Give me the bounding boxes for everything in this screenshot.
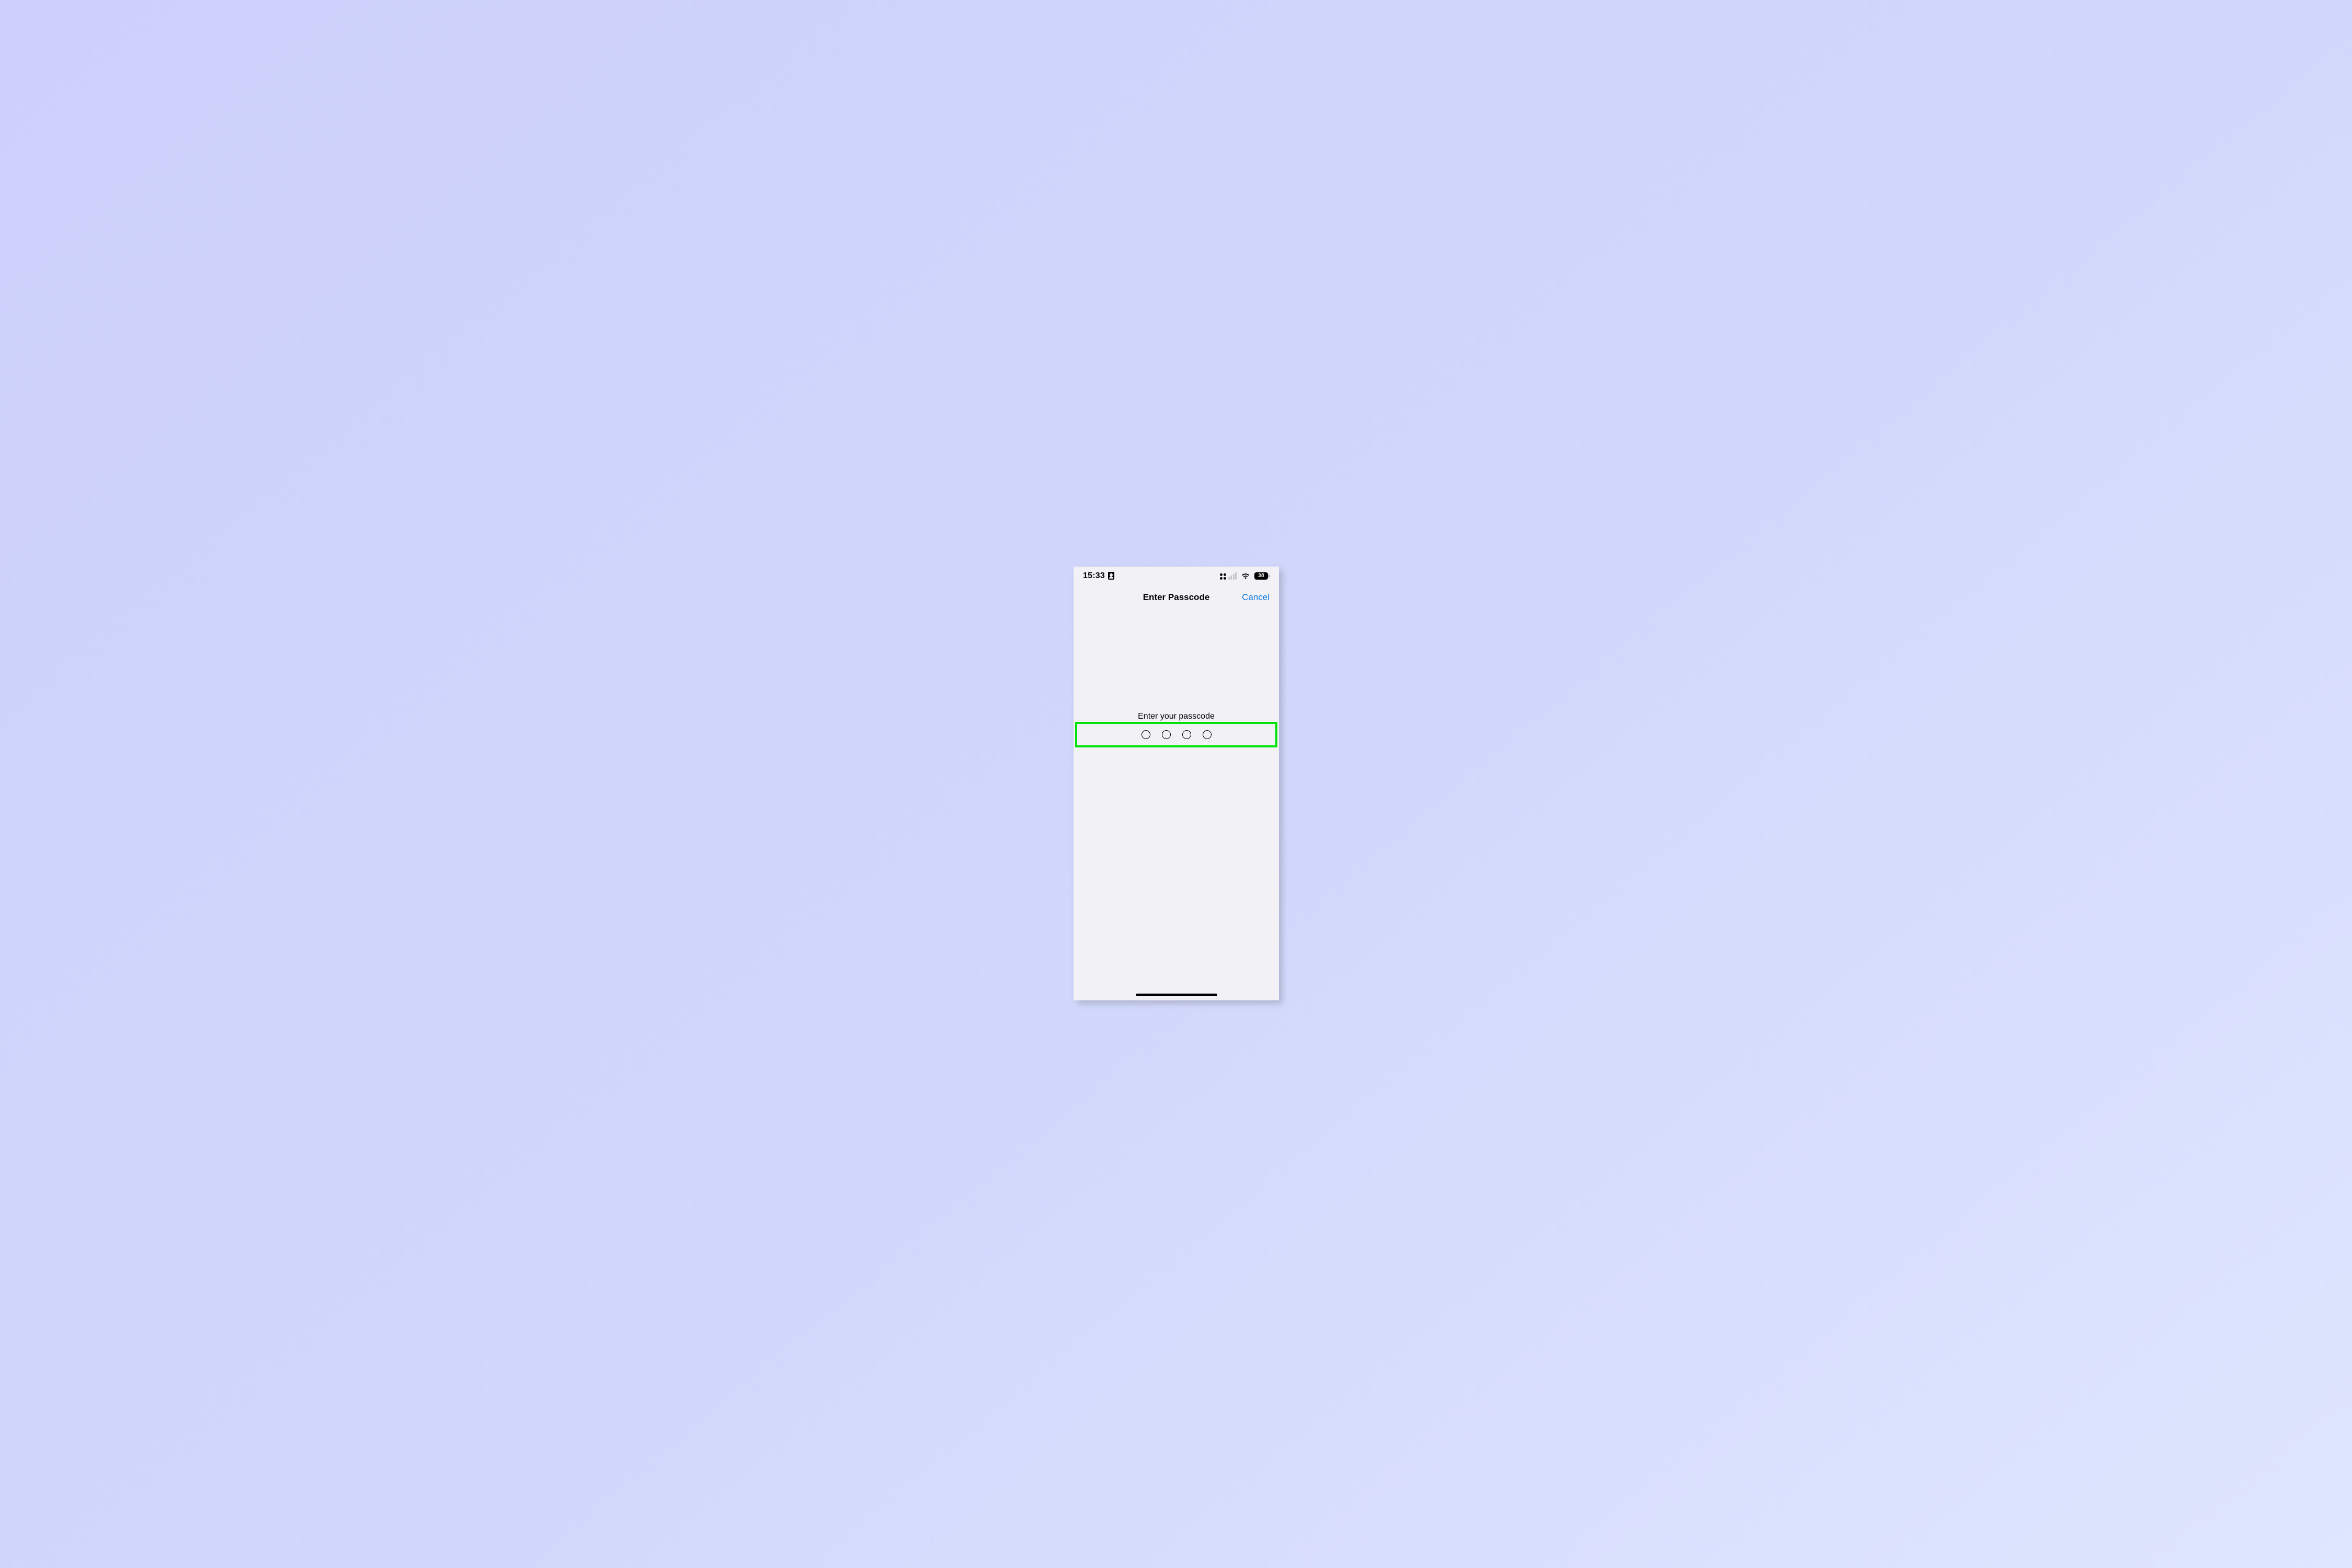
- battery-level-label: 38: [1254, 572, 1268, 580]
- passcode-dot[interactable]: [1182, 730, 1191, 739]
- signal-bars-icon: [1228, 572, 1237, 580]
- cancel-button[interactable]: Cancel: [1242, 592, 1270, 603]
- battery-icon: 38: [1254, 572, 1270, 580]
- stage: 15:33 38: [824, 549, 1528, 1019]
- phone-frame: 15:33 38: [1074, 567, 1279, 1000]
- passcode-dot[interactable]: [1203, 730, 1212, 739]
- nav-title: Enter Passcode: [1143, 592, 1210, 603]
- home-indicator[interactable]: [1136, 994, 1217, 996]
- status-clock: 15:33: [1083, 571, 1105, 581]
- status-right: 38: [1220, 572, 1270, 580]
- status-bar: 15:33 38: [1074, 567, 1279, 585]
- status-left: 15:33: [1083, 571, 1114, 581]
- passcode-prompt: Enter your passcode: [1074, 712, 1279, 721]
- nav-bar: Enter Passcode Cancel: [1074, 585, 1279, 609]
- dual-sim-icon: [1220, 573, 1226, 580]
- passcode-dots-highlight: [1075, 722, 1277, 747]
- passcode-dot[interactable]: [1142, 730, 1150, 739]
- contact-card-icon: [1108, 572, 1114, 580]
- wifi-icon: [1241, 572, 1250, 580]
- cellular-group-icon: [1220, 572, 1237, 580]
- passcode-dot[interactable]: [1162, 730, 1171, 739]
